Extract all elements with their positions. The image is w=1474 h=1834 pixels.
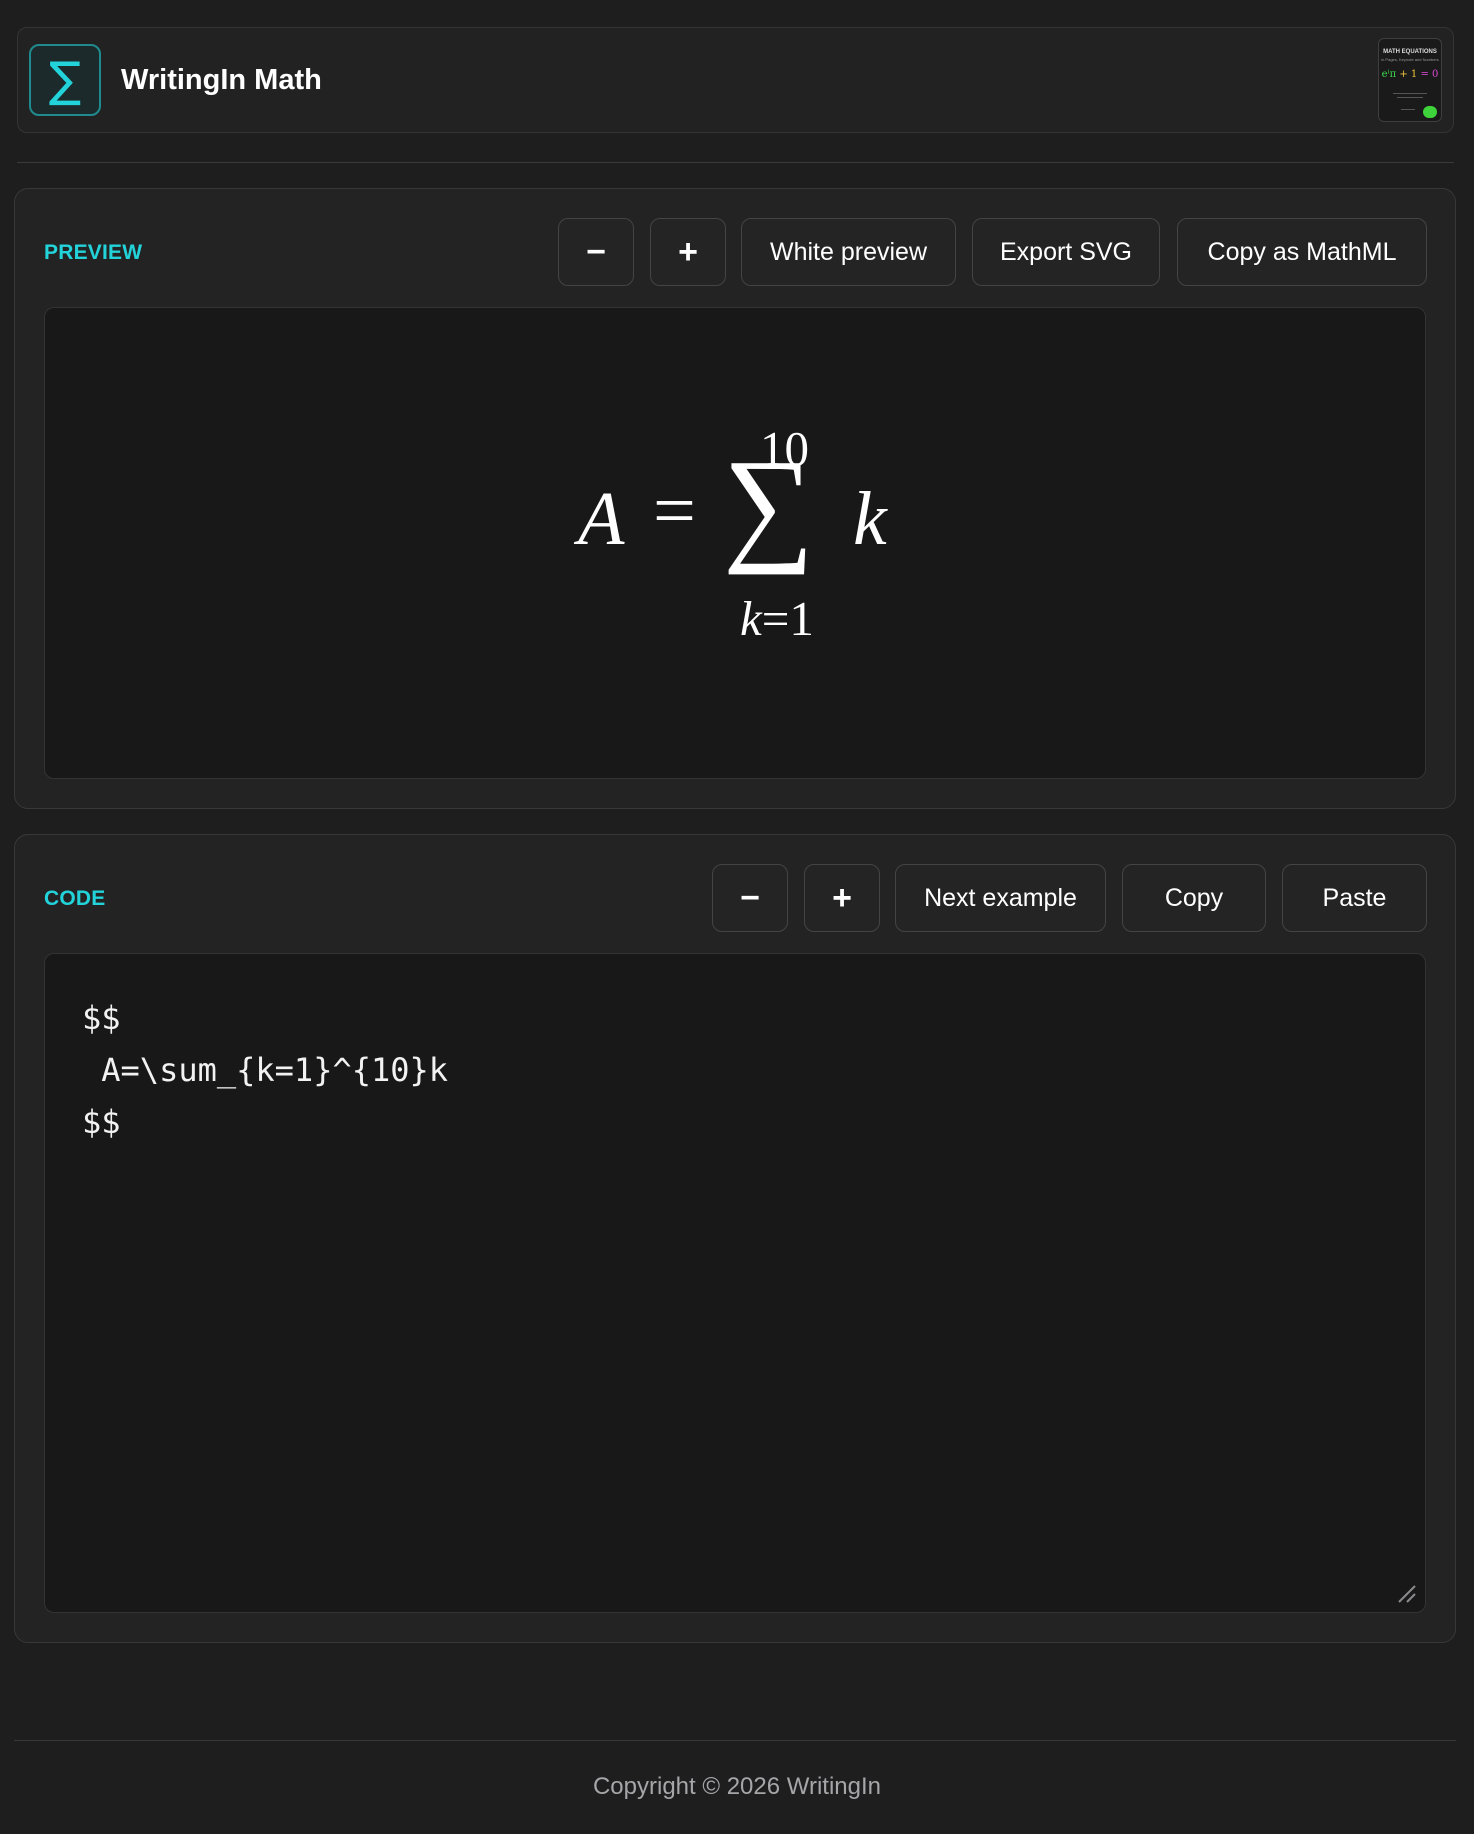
white-preview-button[interactable]: White preview xyxy=(741,218,956,286)
code-label: CODE xyxy=(44,887,106,910)
preview-zoom-in-button[interactable]: + xyxy=(650,218,726,286)
thumbnail-text-line xyxy=(1397,97,1423,98)
export-svg-button[interactable]: Export SVG xyxy=(972,218,1160,286)
resize-handle-icon[interactable] xyxy=(1397,1584,1417,1604)
preview-label: PREVIEW xyxy=(44,241,143,264)
sigma-logo-icon: ∑ xyxy=(29,44,101,116)
paste-button[interactable]: Paste xyxy=(1282,864,1427,932)
footer-copyright: Copyright © 2026 WritingIn xyxy=(592,1773,882,1800)
code-panel: CODE − + Next example Copy Paste $$ A=\s… xyxy=(14,834,1456,1643)
thumbnail-subtitle: in Pages, Keynote and Numbers xyxy=(1381,57,1439,62)
formula-equals: = xyxy=(653,469,696,553)
formula-summand: k xyxy=(853,477,887,561)
code-zoom-in-button[interactable]: + xyxy=(804,864,880,932)
copy-button[interactable]: Copy xyxy=(1122,864,1266,932)
copy-mathml-button[interactable]: Copy as MathML xyxy=(1177,218,1427,286)
formula-lower-limit: k=1 xyxy=(740,591,814,646)
rendered-formula: A = 10 ∑ k=1 k xyxy=(45,308,1427,780)
preview-canvas: A = 10 ∑ k=1 k xyxy=(44,307,1426,779)
app-header: ∑ WritingIn Math MATH EQUATIONS in Pages… xyxy=(17,27,1454,133)
thumbnail-badge-icon xyxy=(1423,106,1437,118)
code-editor-text[interactable]: $$ A=\sum_{k=1}^{10}k $$ xyxy=(82,992,448,1148)
formula-lhs: A xyxy=(578,477,625,561)
header-divider xyxy=(17,162,1454,163)
preview-zoom-out-button[interactable]: − xyxy=(558,218,634,286)
code-editor[interactable]: $$ A=\sum_{k=1}^{10}k $$ xyxy=(44,953,1426,1613)
thumbnail-text-line xyxy=(1401,109,1415,110)
thumbnail-equation: eⁱπ + 1 = 0 xyxy=(1381,69,1439,80)
footer-divider xyxy=(14,1740,1456,1741)
promo-thumbnail[interactable]: MATH EQUATIONS in Pages, Keynote and Num… xyxy=(1378,38,1442,122)
app-title: WritingIn Math xyxy=(121,64,322,96)
code-zoom-out-button[interactable]: − xyxy=(712,864,788,932)
next-example-button[interactable]: Next example xyxy=(895,864,1106,932)
preview-panel: PREVIEW − + White preview Export SVG Cop… xyxy=(14,188,1456,809)
thumbnail-title: MATH EQUATIONS xyxy=(1383,49,1437,55)
thumbnail-text-line xyxy=(1393,93,1427,94)
summation-sign: ∑ xyxy=(723,433,815,575)
